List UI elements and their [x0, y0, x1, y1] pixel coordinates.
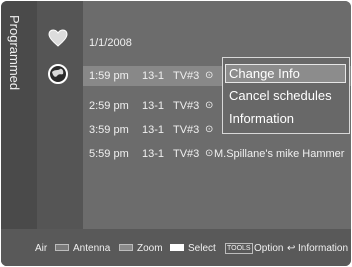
- sidebar: Programmed: [1, 1, 37, 266]
- green-key-icon: [119, 244, 133, 251]
- footer-select[interactable]: Select: [188, 243, 216, 254]
- row-channel: 13-1: [142, 70, 165, 82]
- red-key-icon: [55, 244, 69, 251]
- row-channel-name: TV#3: [173, 124, 200, 136]
- row-channel-name: TV#3: [173, 100, 200, 112]
- tv-guide-screen: Programmed 1/1/2008 1:59 pm 13-1 TV#3 ⊙ …: [1, 1, 351, 266]
- row-time: 2:59 pm: [89, 100, 129, 112]
- row-channel-name: TV#3: [173, 148, 200, 160]
- footer-air: Air: [35, 243, 48, 254]
- footer-option[interactable]: Option: [254, 243, 283, 254]
- clock-icon: ⊙: [205, 148, 214, 159]
- footer-information[interactable]: Information: [298, 243, 348, 254]
- row-channel: 13-1: [142, 124, 165, 136]
- row-channel-name: TV#3: [173, 70, 200, 82]
- schedule-row[interactable]: 5:59 pm 13-1 TV#3 ⊙ M.Spillane's mike Ha…: [83, 144, 351, 164]
- footer-bar: Air Antenna Zoom Select TOOLS Option ↩ I…: [1, 229, 351, 266]
- info-key-icon: ↩: [287, 243, 296, 254]
- clock-icon: ⊙: [205, 70, 214, 81]
- icon-column: [37, 1, 83, 266]
- clock-icon: ⊙: [205, 100, 214, 111]
- menu-item-change-info[interactable]: Change Info: [225, 64, 346, 83]
- menu-item-information[interactable]: Information: [229, 111, 294, 126]
- heart-icon: [47, 27, 69, 49]
- row-channel: 13-1: [142, 100, 165, 112]
- row-channel: 13-1: [142, 148, 165, 160]
- tools-key-icon: TOOLS: [225, 243, 253, 254]
- footer-antenna[interactable]: Antenna: [73, 243, 110, 254]
- menu-item-cancel-schedules[interactable]: Cancel schedules: [229, 88, 332, 103]
- yellow-key-icon: [170, 244, 184, 251]
- schedule-date: 1/1/2008: [89, 37, 132, 49]
- clock-icon: ⊙: [205, 124, 214, 135]
- globe-icon: [47, 63, 69, 85]
- footer-zoom[interactable]: Zoom: [137, 243, 163, 254]
- sidebar-title: Programmed: [7, 15, 22, 91]
- row-time: 1:59 pm: [89, 70, 129, 82]
- options-popup: Change Info Cancel schedules Information: [222, 57, 350, 134]
- row-time: 5:59 pm: [89, 148, 129, 160]
- row-program-title: M.Spillane's mike Hammer: [214, 148, 345, 160]
- row-time: 3:59 pm: [89, 124, 129, 136]
